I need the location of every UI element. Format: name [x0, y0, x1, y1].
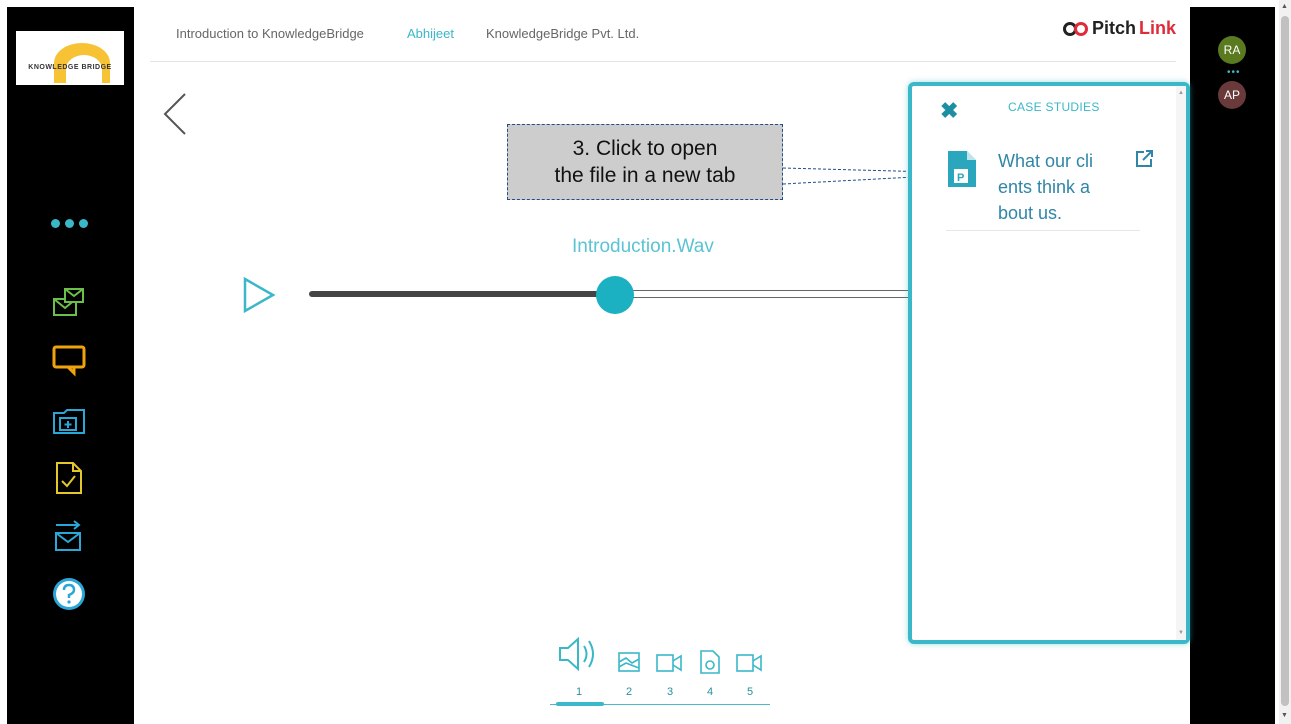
case-studies-panel: ✖ CASE STUDIES P What our clients think … [908, 82, 1190, 644]
panel-scrollbar[interactable]: ▲ ▼ [1176, 86, 1186, 640]
user-name: Abhijeet [407, 26, 454, 41]
tutorial-tooltip: 3. Click to open the file in a new tab [507, 124, 783, 200]
media-number[interactable]: 3 [660, 686, 680, 698]
help-icon[interactable] [52, 577, 86, 611]
ppt-file-icon[interactable]: P [947, 150, 977, 188]
tooltip-line-1: 3. Click to open [572, 137, 718, 160]
audio-icon[interactable] [558, 636, 600, 672]
company-name: KnowledgeBridge Pvt. Ltd. [486, 26, 640, 41]
tooltip-line-2: the file in a new tab [554, 164, 736, 187]
left-sidebar: KNOWLEDGE BRIDGE [7, 7, 134, 724]
page-scrollbar[interactable]: ▲ ▼ [1279, 0, 1291, 724]
panel-title: CASE STUDIES [1008, 100, 1100, 114]
close-icon[interactable]: ✖ [940, 100, 958, 122]
document-icon[interactable] [700, 650, 720, 674]
panel-divider [946, 230, 1140, 231]
progress-played[interactable] [309, 291, 609, 297]
media-number[interactable]: 2 [619, 686, 639, 698]
media-number[interactable]: 1 [569, 686, 589, 698]
progress-remaining[interactable] [615, 290, 910, 298]
add-folder-icon[interactable] [52, 403, 86, 437]
open-in-new-tab-icon[interactable] [1134, 149, 1154, 169]
image-icon[interactable] [618, 652, 640, 672]
video-icon[interactable] [656, 654, 682, 672]
scroll-up-icon[interactable]: ▲ [1178, 90, 1184, 96]
media-number[interactable]: 5 [740, 686, 760, 698]
avatar[interactable]: AP [1218, 81, 1246, 109]
back-arrow-icon[interactable] [160, 92, 190, 136]
app-frame: KNOWLEDGE BRIDGE RA ••• AP ▲ ▼ Introduct… [0, 0, 1291, 724]
scrollbar-thumb[interactable] [1281, 16, 1289, 706]
chain-link-icon [1062, 21, 1088, 36]
brand-logo: Pitch Link [1062, 18, 1176, 39]
presentation-title: Introduction to KnowledgeBridge [176, 26, 364, 41]
company-logo[interactable]: KNOWLEDGE BRIDGE [16, 31, 124, 85]
scroll-down-icon[interactable]: ▼ [1178, 630, 1184, 636]
brand-pitch: Pitch [1091, 18, 1136, 38]
media-file-title: Introduction.Wav [572, 236, 714, 257]
send-email-icon[interactable] [52, 519, 86, 553]
scroll-up-icon[interactable]: ▲ [1281, 3, 1288, 10]
chat-icon[interactable] [52, 343, 86, 377]
media-navigator: 1 2 3 4 5 [550, 634, 770, 710]
case-study-file-link[interactable]: What our clients think about us. [998, 148, 1098, 226]
media-number[interactable]: 4 [700, 686, 720, 698]
play-icon[interactable] [242, 276, 276, 314]
scroll-down-icon[interactable]: ▼ [1281, 712, 1288, 719]
avatar[interactable]: RA [1218, 36, 1246, 64]
logo-text: KNOWLEDGE BRIDGE [28, 64, 112, 71]
progress-knob[interactable] [596, 276, 634, 314]
document-check-icon[interactable] [52, 461, 86, 495]
more-participants-icon[interactable]: ••• [1227, 67, 1241, 78]
more-options-icon[interactable] [51, 219, 88, 228]
svg-text:P: P [957, 172, 964, 184]
brand-link: Link [1138, 18, 1176, 38]
share-email-icon[interactable] [52, 285, 86, 319]
video-icon[interactable] [736, 654, 762, 672]
right-sidebar: RA ••• AP [1190, 7, 1275, 724]
media-nav-active-indicator [556, 702, 604, 706]
header: Introduction to KnowledgeBridge Abhijeet… [150, 0, 1176, 62]
